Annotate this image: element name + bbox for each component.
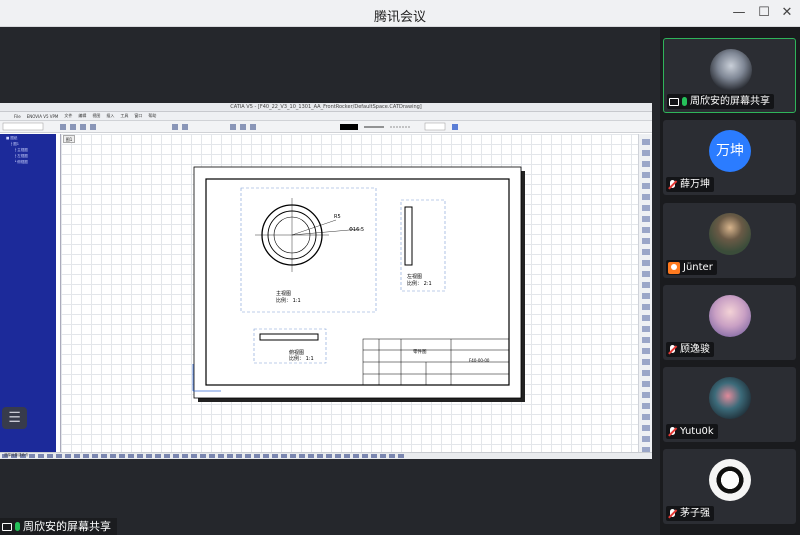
screen-share-icon (669, 97, 679, 106)
avatar (709, 213, 751, 255)
front-view-scale: 比例： 1:1 (276, 297, 301, 304)
tree-node[interactable]: └ 俯视图 (14, 160, 28, 165)
avatar: 万坤 (709, 130, 751, 172)
tencent-meeting-window: 腾讯会议 — ☐ ✕ CATIA V5 - [F40_22_V3_10_1301… (0, 0, 800, 535)
catia-toolbar-icons (2, 122, 458, 131)
list-layout-button[interactable]: ☰ (2, 407, 27, 429)
front-view-label: 主视图 (276, 290, 291, 297)
sharer-label: 周欣安的屏幕共享 (0, 518, 117, 535)
mic-on-icon (682, 97, 687, 106)
participant-name: 薛万坤 (680, 179, 710, 190)
catia-menu-item: 窗口 (134, 113, 143, 118)
mic-muted-icon (668, 427, 677, 436)
maximize-button[interactable]: ☐ (755, 4, 773, 22)
catia-menu-item: ENOVIA V5 VPM (26, 113, 59, 119)
bottom-view-label: 俯视图 (289, 349, 304, 356)
participant-name-tag: Yutu0k (666, 424, 718, 439)
catia-right-toolbar[interactable] (638, 134, 652, 459)
side-view-scale: 比例： 2:1 (407, 280, 432, 287)
bottom-view-scale: 比例： 1:1 (289, 355, 314, 362)
catia-toolbar (0, 121, 652, 133)
participant-tile[interactable]: Yutu0k (663, 367, 796, 442)
drawing-canvas[interactable]: 图1 R5 Φ16.5 主视图 比例： 1:1 左视图 比例： 2:1 俯视图 … (60, 134, 642, 452)
catia-menu-bar: File ENOVIA V5 VPM 文件 编辑 视图 插入 工具 窗口 帮助 (0, 112, 652, 121)
participant-sidebar: 周欣安的屏幕共享 万坤 薛万坤 Jünter 顾逸骏 Yutu0k 茅子强 (660, 27, 800, 535)
side-view-label: 左视图 (407, 273, 422, 280)
minimize-button[interactable]: — (730, 4, 748, 22)
participant-tile[interactable]: 万坤 薛万坤 (663, 120, 796, 195)
participant-name: Yutu0k (680, 426, 714, 437)
participant-name: 茅子强 (680, 508, 710, 519)
mic-muted-icon (668, 345, 677, 354)
participant-name: 顾逸骏 (680, 344, 710, 355)
catia-menu-item: 文件 (64, 113, 73, 118)
title-bar: 腾讯会议 — ☐ ✕ (0, 0, 800, 27)
catia-bottom-toolbar[interactable] (0, 452, 652, 459)
participant-name-tag: 薛万坤 (666, 177, 714, 192)
participant-name-tag: Jünter (666, 260, 717, 275)
drawing-sheet: R5 Φ16.5 主视图 比例： 1:1 左视图 比例： 2:1 俯视图 比例：… (192, 166, 525, 402)
tree-node[interactable]: ├ 主视图 (14, 148, 28, 153)
avatar (710, 49, 752, 91)
catia-spec-tree[interactable]: ■ 图纸 ├ 图1 ├ 主视图 ├ 左视图 └ 俯视图 (0, 134, 56, 452)
participant-name: Jünter (683, 262, 713, 273)
participant-name-tag: 茅子强 (666, 506, 714, 521)
catia-menu-item: 视图 (92, 113, 101, 118)
catia-menu-item: 编辑 (78, 113, 87, 118)
participant-name: 周欣安的屏幕共享 (690, 96, 770, 107)
mic-muted-icon (668, 509, 677, 518)
screen-share-icon (2, 522, 12, 531)
participant-tile[interactable]: 周欣安的屏幕共享 (663, 38, 796, 113)
tree-node[interactable]: ├ 图1 (10, 142, 19, 147)
mic-muted-icon (668, 180, 677, 189)
user-icon (668, 261, 680, 274)
avatar (709, 295, 751, 337)
sharer-name: 周欣安的屏幕共享 (23, 520, 111, 533)
title-block-code: F40-00-00 (469, 358, 490, 363)
title-block-name: 零件图 (413, 348, 427, 355)
close-button[interactable]: ✕ (778, 4, 796, 22)
catia-menu-item: 工具 (120, 113, 129, 118)
tree-node[interactable]: ├ 左视图 (14, 154, 28, 159)
catia-status-text: 选择对象或命令 (4, 453, 29, 457)
dimension-r5: R5 (334, 214, 341, 220)
avatar (709, 377, 751, 419)
tree-node[interactable]: ■ 图纸 (6, 136, 17, 141)
catia-menu-item: 插入 (106, 113, 115, 118)
app-title: 腾讯会议 (373, 10, 426, 25)
shared-screen[interactable]: CATIA V5 - [F40_22_V3_10_1301_AA_FrontRo… (0, 103, 652, 459)
participant-tile[interactable]: Jünter (663, 203, 796, 278)
participant-tile[interactable]: 顾逸骏 (663, 285, 796, 360)
avatar (709, 459, 751, 501)
catia-menu-item: File (14, 113, 21, 119)
mic-on-icon (15, 522, 20, 531)
participant-name-tag: 周欣安的屏幕共享 (667, 94, 774, 109)
dimension-diameter: Φ16.5 (349, 227, 364, 233)
participant-tile[interactable]: 茅子强 (663, 449, 796, 524)
participant-name-tag: 顾逸骏 (666, 342, 714, 357)
catia-title-bar: CATIA V5 - [F40_22_V3_10_1301_AA_FrontRo… (0, 103, 652, 112)
catia-menu-item: 帮助 (148, 113, 157, 118)
